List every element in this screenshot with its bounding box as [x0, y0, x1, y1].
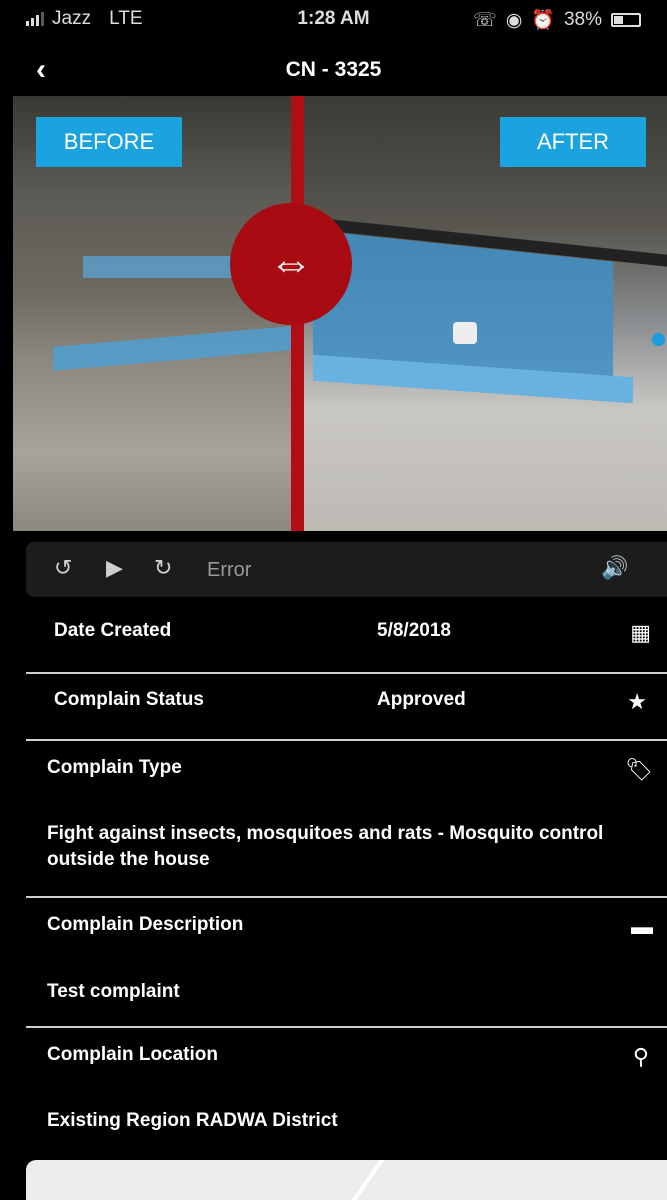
player-status: Error [207, 559, 252, 581]
after-image-detail [453, 322, 477, 344]
type-label: Complain Type [47, 757, 182, 778]
scroll-indicator [652, 333, 665, 346]
rotation-lock-icon: ◉ [505, 9, 523, 31]
status-value: Approved [377, 689, 466, 710]
location-label: Complain Location [47, 1044, 218, 1065]
location-row: Complain Location ⚲ [0, 1044, 667, 1074]
comment-icon: ▬ [631, 914, 653, 939]
map-pin-icon: ⚲ [632, 1044, 649, 1069]
status-label: Complain Status [54, 689, 204, 710]
calendar-icon: ▦ [630, 620, 651, 645]
nav-bar: ‹ CN - 3325 [0, 50, 667, 94]
forward-15-icon[interactable]: ↻ [154, 555, 172, 581]
date-created-row: Date Created 5/8/2018 ▦ [0, 620, 667, 650]
status-icons: ☏ ◉ ⏰ 38% [473, 8, 641, 32]
divider [26, 896, 667, 898]
phone-icon: ☏ [472, 9, 497, 31]
status-row: Complain Status Approved ★ [0, 689, 667, 719]
date-created-value: 5/8/2018 [377, 620, 451, 641]
status-bar: Jazz LTE 1:28 AM ☏ ◉ ⏰ 38% [0, 0, 667, 38]
after-label: AFTER [500, 117, 646, 167]
play-icon[interactable]: ▶ [106, 555, 123, 581]
rewind-15-icon[interactable]: ↺ [54, 555, 72, 581]
battery-percent: 38% [563, 9, 602, 30]
before-after-comparison[interactable]: ⇔ BEFORE AFTER [13, 96, 667, 531]
star-icon: ★ [627, 689, 647, 714]
double-arrow-icon: ⇔ [269, 239, 313, 288]
before-label: BEFORE [36, 117, 182, 167]
description-value: Test complaint [47, 981, 180, 1002]
date-created-label: Date Created [54, 620, 172, 641]
tag-icon: 🏷 [625, 757, 653, 782]
description-row: Complain Description ▬ [0, 914, 667, 944]
description-label: Complain Description [47, 914, 244, 935]
location-value: Existing Region RADWA District [47, 1110, 338, 1131]
type-row: Complain Type 🏷 [0, 757, 667, 787]
divider [26, 672, 667, 674]
comparison-handle[interactable]: ⇔ [230, 203, 352, 325]
divider [26, 739, 667, 741]
divider [26, 1026, 667, 1028]
location-map[interactable] [26, 1160, 667, 1200]
map-road [349, 1160, 387, 1200]
alarm-icon: ⏰ [531, 10, 555, 31]
battery-icon [611, 13, 641, 27]
audio-player: ↺ ▶ ↻ Error 🔊 [26, 542, 667, 597]
page-title: CN - 3325 [285, 58, 382, 81]
type-value: Fight against insects, mosquitoes and ra… [47, 823, 604, 870]
volume-icon[interactable]: 🔊 [601, 555, 628, 581]
